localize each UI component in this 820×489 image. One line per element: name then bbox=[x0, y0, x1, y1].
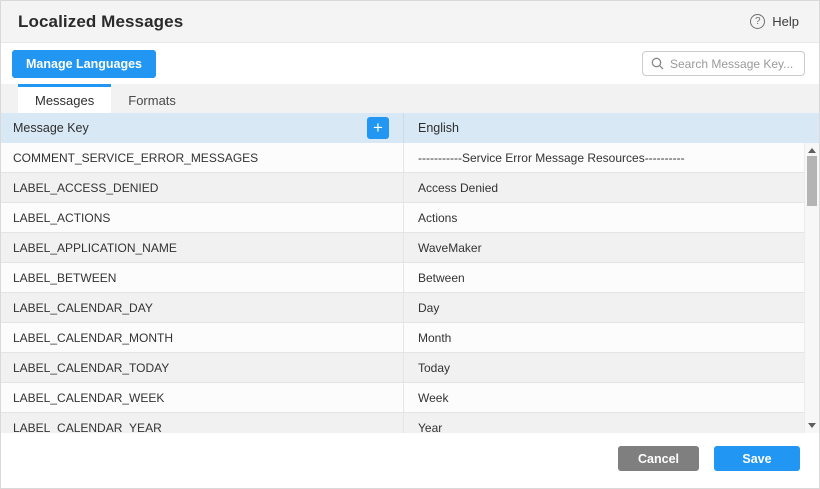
table-row[interactable]: COMMENT_SERVICE_ERROR_MESSAGES ---------… bbox=[1, 143, 804, 173]
english-value-cell[interactable]: Day bbox=[404, 293, 804, 322]
message-key-cell[interactable]: COMMENT_SERVICE_ERROR_MESSAGES bbox=[1, 143, 404, 172]
help-label: Help bbox=[772, 14, 799, 29]
message-key-cell[interactable]: LABEL_CALENDAR_YEAR bbox=[1, 413, 404, 433]
table-row[interactable]: LABEL_CALENDAR_TODAY Today bbox=[1, 353, 804, 383]
table-row[interactable]: LABEL_ACTIONS Actions bbox=[1, 203, 804, 233]
message-key-cell[interactable]: LABEL_APPLICATION_NAME bbox=[1, 233, 404, 262]
english-value-cell[interactable]: Between bbox=[404, 263, 804, 292]
table-row[interactable]: LABEL_CALENDAR_DAY Day bbox=[1, 293, 804, 323]
search-icon bbox=[651, 57, 664, 70]
table-row[interactable]: LABEL_CALENDAR_MONTH Month bbox=[1, 323, 804, 353]
table-row[interactable]: LABEL_CALENDAR_YEAR Year bbox=[1, 413, 804, 433]
dialog-header: Localized Messages ? Help bbox=[1, 1, 819, 43]
scroll-down-icon[interactable] bbox=[808, 423, 816, 428]
english-value-cell[interactable]: Access Denied bbox=[404, 173, 804, 202]
english-column-label: English bbox=[418, 121, 459, 135]
message-key-cell[interactable]: LABEL_CALENDAR_WEEK bbox=[1, 383, 404, 412]
column-header-english: English bbox=[404, 113, 819, 143]
message-key-cell[interactable]: LABEL_ACCESS_DENIED bbox=[1, 173, 404, 202]
table-row[interactable]: LABEL_CALENDAR_WEEK Week bbox=[1, 383, 804, 413]
column-header-message-key: Message Key + bbox=[1, 113, 404, 143]
manage-languages-button[interactable]: Manage Languages bbox=[12, 50, 156, 78]
table-header: Message Key + English bbox=[1, 113, 819, 143]
search-box[interactable] bbox=[642, 51, 805, 76]
message-key-column-label: Message Key bbox=[13, 121, 89, 135]
scroll-up-icon[interactable] bbox=[808, 148, 816, 153]
english-value-cell[interactable]: Year bbox=[404, 413, 804, 433]
plus-icon: + bbox=[373, 119, 383, 136]
table-body: COMMENT_SERVICE_ERROR_MESSAGES ---------… bbox=[1, 143, 819, 433]
english-value-cell[interactable]: WaveMaker bbox=[404, 233, 804, 262]
add-message-button[interactable]: + bbox=[367, 117, 389, 139]
english-value-cell[interactable]: Today bbox=[404, 353, 804, 382]
help-button[interactable]: ? Help bbox=[750, 14, 799, 29]
english-value-cell[interactable]: Month bbox=[404, 323, 804, 352]
english-value-cell[interactable]: Week bbox=[404, 383, 804, 412]
table-rows: COMMENT_SERVICE_ERROR_MESSAGES ---------… bbox=[1, 143, 804, 433]
toolbar: Manage Languages bbox=[1, 43, 819, 84]
question-circle-icon: ? bbox=[750, 14, 765, 29]
table-row[interactable]: LABEL_APPLICATION_NAME WaveMaker bbox=[1, 233, 804, 263]
message-key-cell[interactable]: LABEL_ACTIONS bbox=[1, 203, 404, 232]
tab-messages[interactable]: Messages bbox=[18, 84, 111, 113]
localized-messages-dialog: Localized Messages ? Help Manage Languag… bbox=[0, 0, 820, 489]
save-button[interactable]: Save bbox=[714, 446, 800, 471]
tab-formats[interactable]: Formats bbox=[111, 84, 193, 113]
english-value-cell[interactable]: Actions bbox=[404, 203, 804, 232]
vertical-scrollbar[interactable] bbox=[804, 143, 819, 433]
message-key-cell[interactable]: LABEL_BETWEEN bbox=[1, 263, 404, 292]
message-key-cell[interactable]: LABEL_CALENDAR_TODAY bbox=[1, 353, 404, 382]
page-title: Localized Messages bbox=[18, 12, 183, 32]
footer-actions: Cancel Save bbox=[618, 446, 800, 471]
scrollbar-thumb[interactable] bbox=[807, 156, 817, 206]
english-value-cell[interactable]: -----------Service Error Message Resourc… bbox=[404, 143, 804, 172]
search-input[interactable] bbox=[670, 57, 796, 71]
tab-bar: Messages Formats bbox=[1, 84, 819, 113]
message-key-cell[interactable]: LABEL_CALENDAR_MONTH bbox=[1, 323, 404, 352]
table-row[interactable]: LABEL_BETWEEN Between bbox=[1, 263, 804, 293]
cancel-button[interactable]: Cancel bbox=[618, 446, 699, 471]
table-row[interactable]: LABEL_ACCESS_DENIED Access Denied bbox=[1, 173, 804, 203]
message-key-cell[interactable]: LABEL_CALENDAR_DAY bbox=[1, 293, 404, 322]
